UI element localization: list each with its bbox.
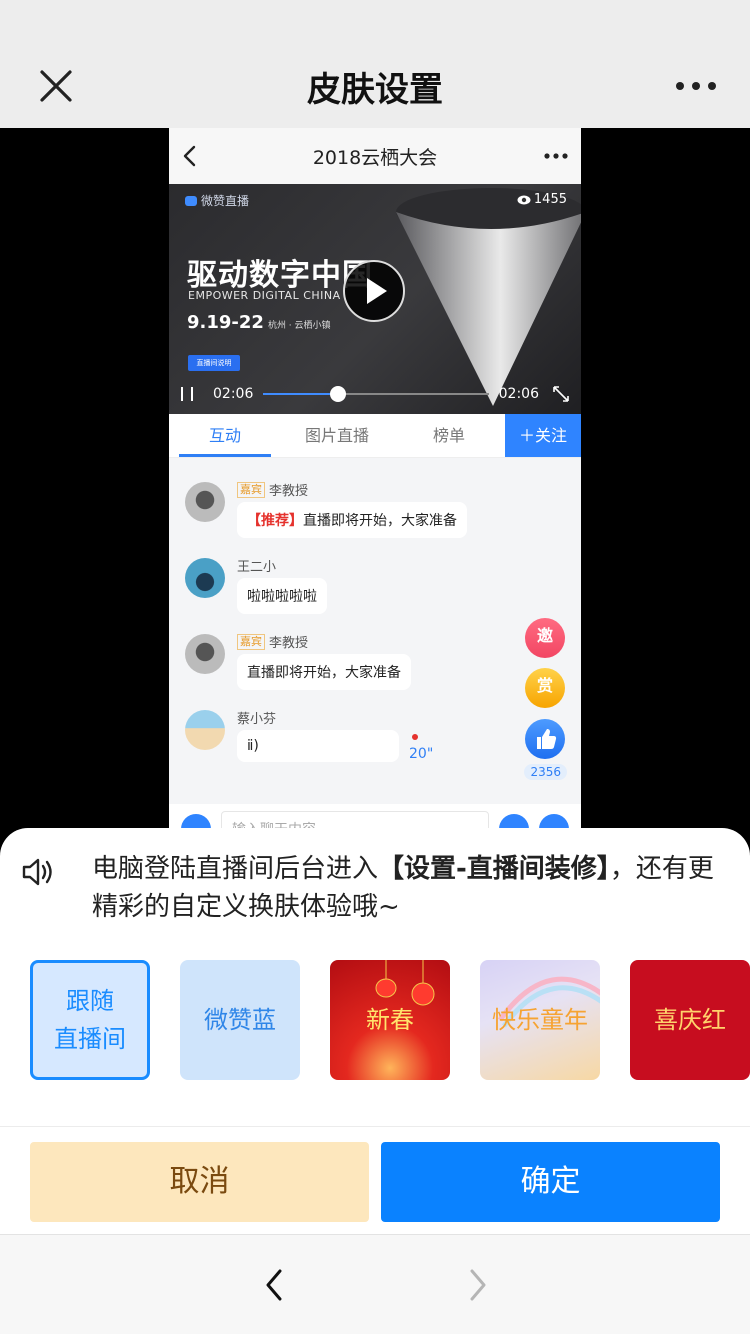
message-text: 啦啦啦啦啦 bbox=[247, 589, 317, 605]
unread-dot bbox=[412, 734, 418, 740]
browser-toolbar bbox=[0, 1234, 750, 1334]
skin-label: 新春 bbox=[366, 1006, 414, 1034]
live-info-button: 直播间说明 bbox=[188, 355, 240, 371]
divider bbox=[0, 1126, 750, 1127]
list-item: 王二小 啦啦啦啦啦 bbox=[169, 554, 581, 630]
cancel-button[interactable]: 取消 bbox=[30, 1142, 369, 1222]
message-meta: 嘉宾 李教授 bbox=[237, 632, 308, 651]
total-time: 02:06 bbox=[498, 386, 539, 402]
event-date: 9.19-22 杭州 · 云栖小镇 bbox=[187, 312, 331, 333]
video-subtitle: EMPOWER DIGITAL CHINA bbox=[188, 289, 341, 302]
guest-badge: 嘉宾 bbox=[237, 633, 265, 650]
message-bubble: 啦啦啦啦啦 bbox=[237, 578, 327, 614]
recommend-tag: 【推荐】 bbox=[247, 513, 303, 529]
skin-label-line1: 跟随 bbox=[66, 987, 114, 1015]
invite-button: 邀 bbox=[525, 618, 565, 658]
progress-knob bbox=[329, 386, 346, 402]
list-item: 蔡小芬 ⅱ) 20" bbox=[169, 706, 581, 782]
voice-icon: ⅱ) bbox=[247, 738, 259, 754]
avatar bbox=[185, 634, 225, 674]
skin-weizan-blue[interactable]: 微赞蓝 bbox=[180, 960, 300, 1080]
viewer-count: 1455 bbox=[517, 192, 567, 207]
tab-ranking: 榜单 bbox=[432, 426, 465, 445]
thumbs-up-icon bbox=[537, 729, 557, 749]
chat-list: 嘉宾 李教授 【推荐】直播即将开始，大家准备 王二小 啦啦啦啦啦 嘉宾 李教授 直播… bbox=[169, 458, 581, 804]
avatar bbox=[185, 558, 225, 598]
sender-name: 蔡小芬 bbox=[237, 712, 277, 727]
sender-name: 王二小 bbox=[237, 560, 277, 575]
back-icon[interactable] bbox=[260, 1267, 290, 1303]
brand-icon bbox=[185, 195, 197, 206]
voice-bubble: ⅱ) bbox=[237, 730, 399, 762]
event-location: 杭州 · 云栖小镇 bbox=[267, 321, 331, 331]
preview-header: 2018云栖大会 bbox=[169, 128, 581, 184]
top-nav: 皮肤设置 bbox=[0, 44, 750, 128]
event-date-text: 9.19-22 bbox=[187, 312, 264, 333]
skin-festive-red[interactable]: 喜庆红 bbox=[630, 960, 750, 1080]
current-time: 02:06 bbox=[213, 386, 254, 402]
skin-label-line2: 直播间 bbox=[54, 1025, 126, 1053]
tab-interact: 互动 bbox=[169, 414, 281, 457]
skin-label: 跟随 直播间 bbox=[54, 982, 126, 1058]
list-item: 嘉宾 李教授 直播即将开始，大家准备 bbox=[169, 630, 581, 706]
skin-label: 微赞蓝 bbox=[204, 1006, 276, 1034]
message-meta: 蔡小芬 bbox=[237, 708, 276, 727]
message-bubble: 【推荐】直播即将开始，大家准备 bbox=[237, 502, 467, 538]
avatar bbox=[185, 710, 225, 750]
notice-highlight: 【设置-直播间装修】 bbox=[378, 854, 610, 884]
list-item: 嘉宾 李教授 【推荐】直播即将开始，大家准备 bbox=[169, 478, 581, 554]
like-count: 2356 bbox=[524, 764, 567, 780]
message-meta: 嘉宾 李教授 bbox=[237, 480, 308, 499]
skin-follow-live[interactable]: 跟随 直播间 bbox=[30, 960, 150, 1080]
live-video: 微赞直播 1455 驱动数字中国 EMPOWER DIGITAL CHINA 9… bbox=[169, 184, 581, 414]
more-icon bbox=[544, 153, 568, 159]
preview-title: 2018云栖大会 bbox=[312, 146, 438, 169]
guest-badge: 嘉宾 bbox=[237, 481, 265, 498]
speaker-icon bbox=[22, 858, 52, 886]
follow-button: ＋关注 bbox=[505, 414, 581, 457]
pause-icon bbox=[181, 387, 193, 401]
like-button bbox=[525, 719, 565, 759]
progress-fill bbox=[263, 393, 338, 395]
fullscreen-icon bbox=[553, 386, 569, 402]
skin-sheet: 电脑登陆直播间后台进入【设置-直播间装修】，还有更精彩的自定义换肤体验哦~ 跟随… bbox=[0, 828, 750, 1334]
message-meta: 王二小 bbox=[237, 556, 276, 575]
brand-logo: 微赞直播 bbox=[185, 192, 249, 209]
video-controls: 02:06 02:06 bbox=[169, 374, 581, 414]
sender-name: 李教授 bbox=[269, 484, 309, 499]
avatar bbox=[185, 482, 225, 522]
skin-label: 快乐童年 bbox=[492, 1006, 588, 1034]
sender-name: 李教授 bbox=[269, 636, 309, 651]
skin-happy-childhood[interactable]: 快乐童年 bbox=[480, 960, 600, 1080]
viewer-number: 1455 bbox=[533, 192, 567, 207]
skin-options: 跟随直播间 微赞蓝 新春 快乐童年 喜庆红 bbox=[30, 960, 750, 1080]
skin-preview: 2018云栖大会 微赞直播 1455 驱动数字中国 EMPOWER DIGITA… bbox=[169, 128, 581, 848]
notice-prefix: 电脑登陆直播间后台进入 bbox=[92, 854, 379, 884]
progress-track bbox=[263, 386, 489, 402]
message-text: 直播即将开始，大家准备 bbox=[247, 665, 401, 681]
preview-tabs: 互动 图片直播 榜单 ＋关注 bbox=[169, 414, 581, 458]
close-icon[interactable] bbox=[36, 66, 76, 106]
tab-photo-live: 图片直播 bbox=[304, 426, 369, 445]
status-bar bbox=[0, 0, 750, 44]
back-icon bbox=[183, 145, 196, 167]
notice: 电脑登陆直播间后台进入【设置-直播间装修】，还有更精彩的自定义换肤体验哦~ bbox=[20, 850, 730, 926]
reward-button: 赏 bbox=[525, 668, 565, 708]
play-button bbox=[343, 260, 405, 322]
notice-text: 电脑登陆直播间后台进入【设置-直播间装修】，还有更精彩的自定义换肤体验哦~ bbox=[92, 850, 730, 926]
confirm-button[interactable]: 确定 bbox=[381, 1142, 720, 1222]
play-icon bbox=[367, 278, 387, 304]
page-title: 皮肤设置 bbox=[307, 69, 443, 110]
message-text: 直播即将开始，大家准备 bbox=[303, 513, 457, 529]
skin-label: 喜庆红 bbox=[654, 1006, 726, 1034]
voice-duration: 20" bbox=[409, 746, 434, 762]
message-bubble: 直播即将开始，大家准备 bbox=[237, 654, 411, 690]
skin-spring-festival[interactable]: 新春 bbox=[330, 960, 450, 1080]
forward-icon[interactable] bbox=[462, 1267, 492, 1303]
brand-label: 微赞直播 bbox=[201, 194, 250, 208]
eye-icon bbox=[517, 195, 531, 204]
more-icon[interactable] bbox=[674, 72, 718, 100]
